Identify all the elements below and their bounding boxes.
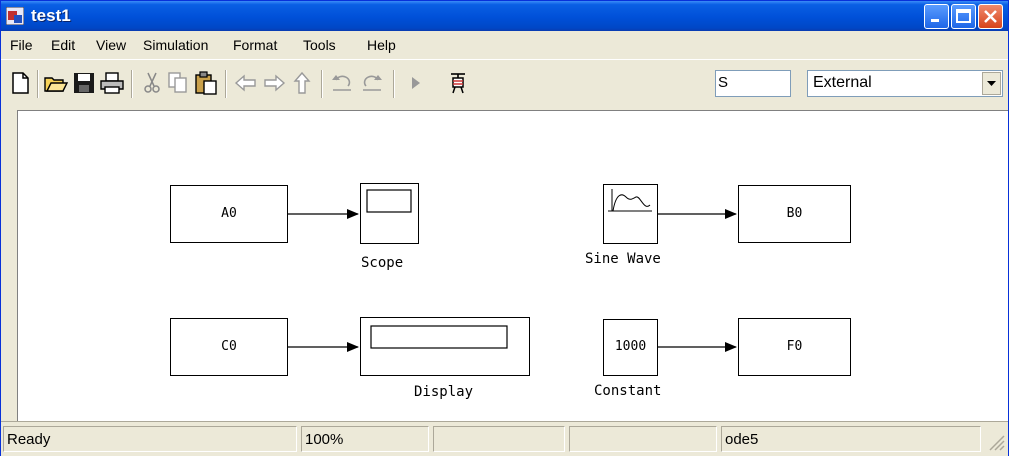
display-icon	[370, 325, 508, 349]
minimize-icon	[931, 19, 939, 22]
a0-block[interactable]: A0	[170, 185, 288, 243]
sine-wave-icon	[608, 189, 652, 212]
menu-bar: File Edit View Simulation Format Tools H…	[1, 31, 1008, 58]
copy-icon[interactable]	[165, 70, 191, 96]
print-icon[interactable]	[99, 70, 125, 96]
simulation-mode-dropdown-button[interactable]	[982, 72, 1001, 95]
model-canvas[interactable]: A0 Scope Sine Wave B0 C0 Display 1000 Co…	[17, 110, 1008, 421]
open-icon[interactable]	[43, 70, 69, 96]
sine-wave-block[interactable]	[603, 184, 658, 244]
chevron-down-icon	[987, 81, 996, 86]
maximize-icon	[956, 9, 971, 23]
scope-icon	[366, 189, 412, 213]
new-model-icon[interactable]	[7, 70, 33, 96]
save-icon[interactable]	[71, 70, 97, 96]
scope-block[interactable]	[360, 183, 419, 244]
solver-name: ode5	[721, 426, 981, 452]
sine-wave-block-label: Sine Wave	[585, 251, 661, 267]
up-icon[interactable]	[289, 70, 315, 96]
f0-block[interactable]: F0	[738, 318, 851, 376]
toolbar-separator	[321, 70, 323, 98]
window-title: test1	[31, 6, 71, 25]
undo-icon[interactable]	[329, 70, 355, 96]
forward-icon[interactable]	[261, 70, 287, 96]
constant-block[interactable]: 1000	[603, 319, 658, 376]
display-block-label: Display	[414, 384, 474, 400]
status-message: Ready	[3, 426, 297, 452]
simulation-mode-value: External	[813, 74, 872, 91]
f0-block-label: F0	[786, 339, 803, 354]
toolbar-separator	[225, 70, 227, 98]
a0-block-label: A0	[221, 206, 237, 221]
back-icon[interactable]	[233, 70, 259, 96]
build-icon[interactable]	[445, 70, 471, 96]
resize-grip-icon[interactable]	[986, 432, 1006, 452]
close-icon	[984, 10, 997, 23]
display-block[interactable]	[360, 317, 530, 376]
menu-file[interactable]: File	[10, 37, 33, 53]
toolbar-separator	[393, 70, 395, 98]
constant-value: 1000	[614, 339, 647, 354]
b0-block-label: B0	[786, 206, 803, 221]
menu-simulation[interactable]: Simulation	[143, 37, 208, 53]
toolbar-separator	[131, 70, 133, 98]
menu-format[interactable]: Format	[233, 37, 277, 53]
start-simulation-icon[interactable]	[403, 70, 429, 96]
cut-icon[interactable]	[139, 70, 165, 96]
stop-time-field[interactable]: S	[715, 70, 791, 97]
model-window: test1 File Edit View Simulation Format T…	[0, 0, 1009, 456]
status-pane-4	[569, 426, 717, 452]
close-button[interactable]	[978, 4, 1003, 29]
c0-block-label: C0	[221, 339, 237, 354]
simulink-app-icon	[6, 7, 24, 25]
title-bar[interactable]: test1	[1, 1, 1008, 31]
simulation-mode-select[interactable]: External	[807, 70, 1003, 97]
status-pane-3	[433, 426, 565, 452]
redo-icon[interactable]	[359, 70, 385, 96]
constant-block-label: Constant	[594, 383, 662, 399]
c0-block[interactable]: C0	[170, 318, 288, 376]
zoom-level: 100%	[301, 426, 429, 452]
paste-icon[interactable]	[193, 70, 219, 96]
scope-block-label: Scope	[361, 255, 404, 271]
menu-tools[interactable]: Tools	[303, 37, 336, 53]
toolbar: S External	[1, 59, 1008, 108]
menu-edit[interactable]: Edit	[51, 37, 75, 53]
status-bar: Ready 100% ode5	[1, 421, 1008, 456]
toolbar-separator	[37, 70, 39, 98]
maximize-button[interactable]	[951, 4, 976, 29]
b0-block[interactable]: B0	[738, 185, 851, 243]
minimize-button[interactable]	[924, 4, 949, 29]
menu-help[interactable]: Help	[367, 37, 396, 53]
menu-view[interactable]: View	[96, 37, 126, 53]
